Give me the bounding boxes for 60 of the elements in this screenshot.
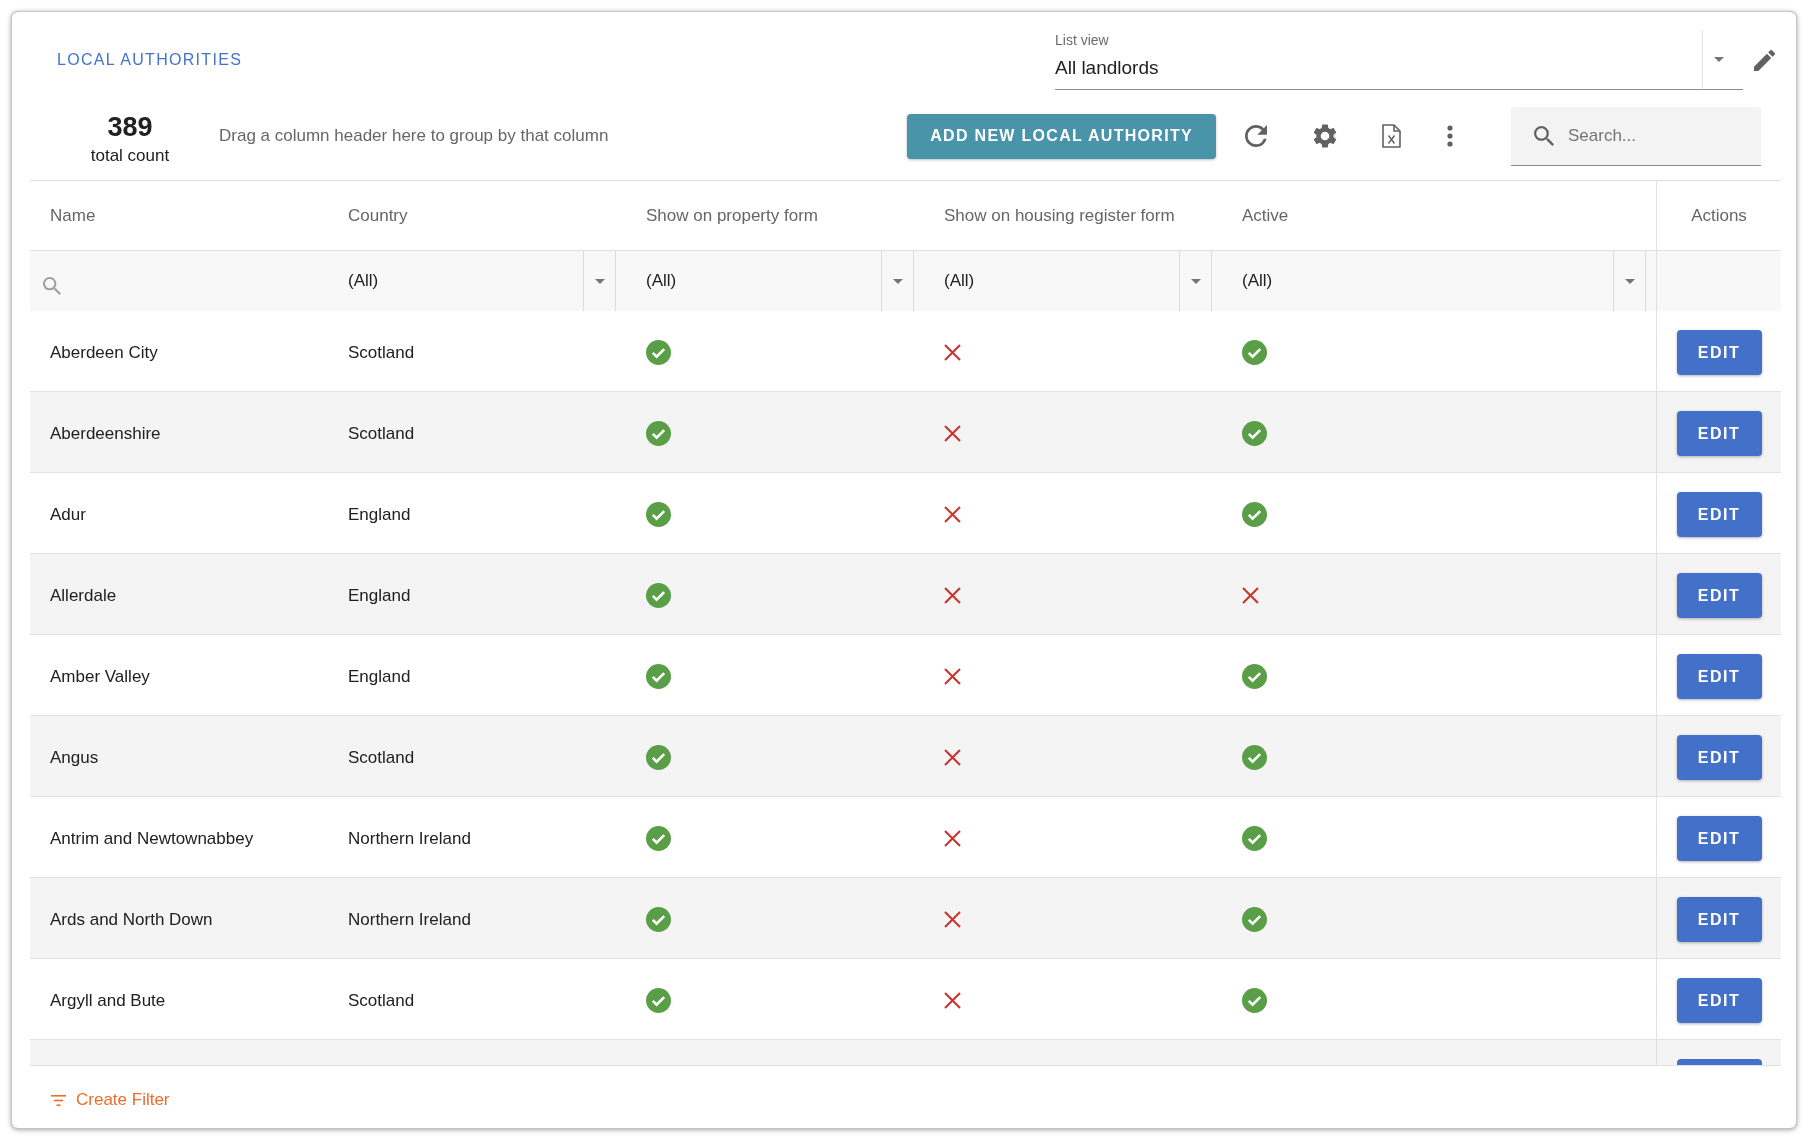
edit-button[interactable] — [1676, 1059, 1762, 1065]
edit-button[interactable]: EDIT — [1676, 816, 1762, 861]
edit-button[interactable]: EDIT — [1676, 492, 1762, 537]
edit-button[interactable]: EDIT — [1676, 330, 1762, 375]
list-view-select[interactable]: List view All landlords — [1055, 30, 1743, 90]
file-icon[interactable] — [1382, 124, 1401, 148]
country-name: Scotland — [348, 342, 415, 363]
country-name: England — [348, 504, 411, 525]
authority-name: Antrim and Newtownabbey — [50, 828, 254, 849]
filter-icon — [51, 1094, 66, 1106]
total-count-label: total count — [90, 145, 170, 167]
column-header[interactable]: Name — [30, 181, 328, 250]
page-title: LOCAL AUTHORITIES — [57, 51, 243, 69]
filter-select[interactable]: (All) — [626, 251, 914, 311]
more-icon[interactable] — [1447, 125, 1453, 147]
caret-icon[interactable] — [594, 278, 605, 284]
field-label: List view — [1055, 31, 1109, 48]
filter-select[interactable]: (All) — [328, 251, 616, 311]
caret-icon[interactable] — [892, 278, 903, 284]
country-name: Scotland — [348, 423, 415, 444]
settings-icon[interactable] — [1313, 124, 1337, 148]
filter-select[interactable]: (All) — [924, 251, 1212, 311]
country-name: Scotland — [348, 990, 415, 1011]
authority-name: Aberdeen City — [50, 342, 158, 363]
column-header[interactable]: Active — [1222, 181, 1656, 250]
create-filter-link[interactable]: Create Filter — [51, 1090, 170, 1110]
edit-button[interactable]: EDIT — [1676, 978, 1762, 1023]
edit-button[interactable]: EDIT — [1676, 654, 1762, 699]
authority-name: Allerdale — [50, 585, 117, 606]
column-header[interactable]: Show on property form — [626, 181, 924, 250]
country-name: Northern Ireland — [348, 828, 471, 849]
add-new-button[interactable]: ADD NEW LOCAL AUTHORITY — [907, 113, 1216, 159]
country-name: Northern Ireland — [348, 909, 471, 930]
group-by-hint: Drag a column header here to group by that column — [219, 126, 610, 146]
caret-icon[interactable] — [1624, 278, 1635, 284]
edit-button[interactable]: EDIT — [1676, 411, 1762, 456]
authority-name: Aberdeenshire — [50, 423, 161, 444]
caret-icon[interactable] — [1714, 57, 1724, 62]
search-icon — [1534, 125, 1554, 146]
authority-name: Argyll and Bute — [50, 990, 166, 1011]
refresh-icon[interactable] — [1245, 125, 1267, 147]
edit-button[interactable]: EDIT — [1676, 735, 1762, 780]
column-header[interactable]: Country — [328, 181, 626, 250]
country-name: England — [348, 666, 411, 687]
search-icon — [43, 277, 61, 295]
total-count: 389 — [107, 112, 153, 142]
edit-button[interactable]: EDIT — [1676, 573, 1762, 618]
authority-name: Ards and North Down — [50, 909, 213, 930]
country-name: Scotland — [348, 747, 415, 768]
search-field[interactable]: Search... — [1511, 106, 1761, 166]
edit-button[interactable]: EDIT — [1676, 897, 1762, 942]
filter-select[interactable]: (All) — [1222, 251, 1646, 311]
authority-name: Adur — [50, 504, 86, 525]
caret-icon[interactable] — [1190, 278, 1201, 284]
country-name: England — [348, 585, 411, 606]
column-header[interactable]: Actions — [1656, 181, 1781, 250]
pencil-icon[interactable] — [1754, 49, 1775, 71]
column-header[interactable]: Show on housing register form — [924, 181, 1222, 250]
authority-name: Amber Valley — [50, 666, 150, 687]
authority-name: Angus — [50, 747, 99, 768]
